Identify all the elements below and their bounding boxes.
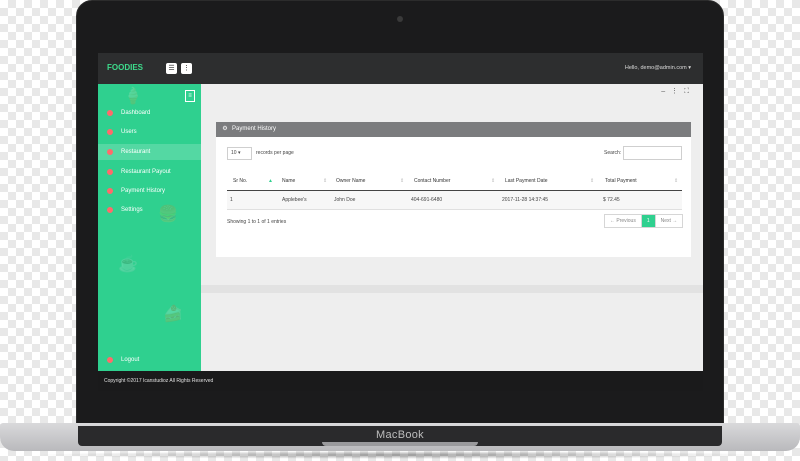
content-divider (201, 285, 703, 293)
laptop-brand: MacBook (376, 429, 424, 441)
search-label: Search: (604, 150, 622, 156)
logout-icon (107, 357, 113, 363)
column-header-total-payment[interactable]: Total Payment (605, 178, 637, 184)
dashboard-icon (107, 110, 113, 116)
fullscreen-icon[interactable]: ⛶ (684, 88, 695, 95)
screen: FOODIES ☰ ⋮ Hello, demo@admin.com ▾ 🍦 🍔 … (98, 53, 703, 391)
cake-doodle-icon: 🍰 (163, 306, 183, 323)
vertical-dots-icon[interactable]: ⋮ (181, 63, 192, 74)
column-header-name[interactable]: Name (282, 178, 295, 184)
restaurant-icon (107, 149, 113, 155)
sidebar-item-label: Restaurant (121, 149, 151, 155)
laptop-notch (322, 442, 478, 446)
main-content: –⋮⛶ ⚙ Payment History 10 ▾ records per pa… (201, 84, 703, 371)
sort-icon: ⇕ (491, 178, 496, 184)
cell-owner-name: John Doe (334, 197, 356, 203)
minimize-icon[interactable]: – (661, 88, 671, 95)
page-1-button[interactable]: 1 (640, 215, 655, 227)
sidebar-item-users[interactable]: Users (98, 124, 201, 140)
payment-icon (107, 188, 113, 194)
column-header-owner-name[interactable]: Owner Name (336, 178, 365, 184)
app-logo[interactable]: FOODIES (107, 63, 143, 72)
content-toolbar: –⋮⛶ (661, 87, 695, 96)
camera (397, 16, 403, 22)
table-info: Showing 1 to 1 of 1 entries (227, 219, 287, 225)
sidebar-item-label: Restaurant Payout (121, 169, 171, 175)
column-header-sr-no[interactable]: Sr No. (233, 178, 247, 184)
sidebar-item-restaurant[interactable]: Restaurant (98, 144, 201, 160)
sort-icon: ⇕ (400, 178, 405, 184)
sort-asc-icon: ▲ (268, 178, 273, 184)
user-menu[interactable]: Hello, demo@admin.com ▾ (625, 65, 691, 71)
sort-icon: ⇕ (323, 178, 328, 184)
ice-cream-doodle-icon: 🍦 (123, 88, 143, 105)
vertical-dots-icon[interactable]: ⋮ (671, 88, 684, 95)
cell-contact-number: 404-691-6480 (411, 197, 443, 203)
search-input[interactable] (623, 146, 682, 160)
cup-doodle-icon: ☕ (118, 256, 138, 273)
column-header-contact-number[interactable]: Contact Number (414, 178, 450, 184)
footer: Copyright ©2017 Icanstudioz All Rights R… (98, 371, 703, 391)
panel-header: ⚙ Payment History (216, 122, 691, 137)
cell-name: Applebee's (282, 197, 307, 203)
sidebar-item-restaurant-payout[interactable]: Restaurant Payout (98, 164, 201, 180)
sidebar-item-label: Logout (121, 357, 140, 363)
panel-title: Payment History (232, 126, 277, 132)
records-per-page-select[interactable]: 10 ▾ (227, 147, 252, 160)
cell-sr-no: 1 (230, 197, 233, 203)
sidebar-item-label: Payment History (121, 188, 166, 194)
users-icon (107, 129, 113, 135)
hamburger-icon[interactable]: ☰ (166, 63, 177, 74)
previous-page-button[interactable]: ← Previous (605, 215, 641, 227)
sort-icon: ⇕ (590, 178, 595, 184)
cell-total-payment: $ 72.45 (603, 197, 620, 203)
row-divider (227, 209, 682, 210)
sidebar-item-payment-history[interactable]: Payment History (98, 183, 201, 199)
payment-history-panel: ⚙ Payment History 10 ▾ records per page S… (216, 122, 691, 257)
sidebar-item-label: Users (121, 129, 137, 135)
gear-icon: ⚙ (222, 126, 228, 132)
payout-icon (107, 169, 113, 175)
column-header-last-payment-date[interactable]: Last Payment Date (505, 178, 548, 184)
cell-last-payment-date: 2017-11-28 14:37:45 (502, 197, 549, 203)
settings-icon (107, 207, 113, 213)
pagination: ← Previous 1 Next → (604, 214, 684, 228)
sort-icon: ⇕ (674, 178, 679, 184)
sidebar: 🍦 🍔 ☕ 🍰 ≡ Dashboard Users Restaurant Res… (98, 84, 201, 371)
sidebar-item-label: Dashboard (121, 110, 151, 116)
sidebar-collapse-icon[interactable]: ≡ (185, 90, 195, 102)
records-per-page-label: records per page (256, 150, 294, 156)
sidebar-item-label: Settings (121, 207, 143, 213)
sidebar-item-settings[interactable]: Settings (98, 202, 201, 218)
sidebar-item-dashboard[interactable]: Dashboard (98, 105, 201, 121)
laptop-shadow (30, 451, 770, 459)
next-page-button[interactable]: Next → (654, 215, 683, 227)
top-bar: FOODIES ☰ ⋮ Hello, demo@admin.com ▾ (98, 53, 703, 84)
sidebar-item-logout[interactable]: Logout (98, 352, 201, 368)
